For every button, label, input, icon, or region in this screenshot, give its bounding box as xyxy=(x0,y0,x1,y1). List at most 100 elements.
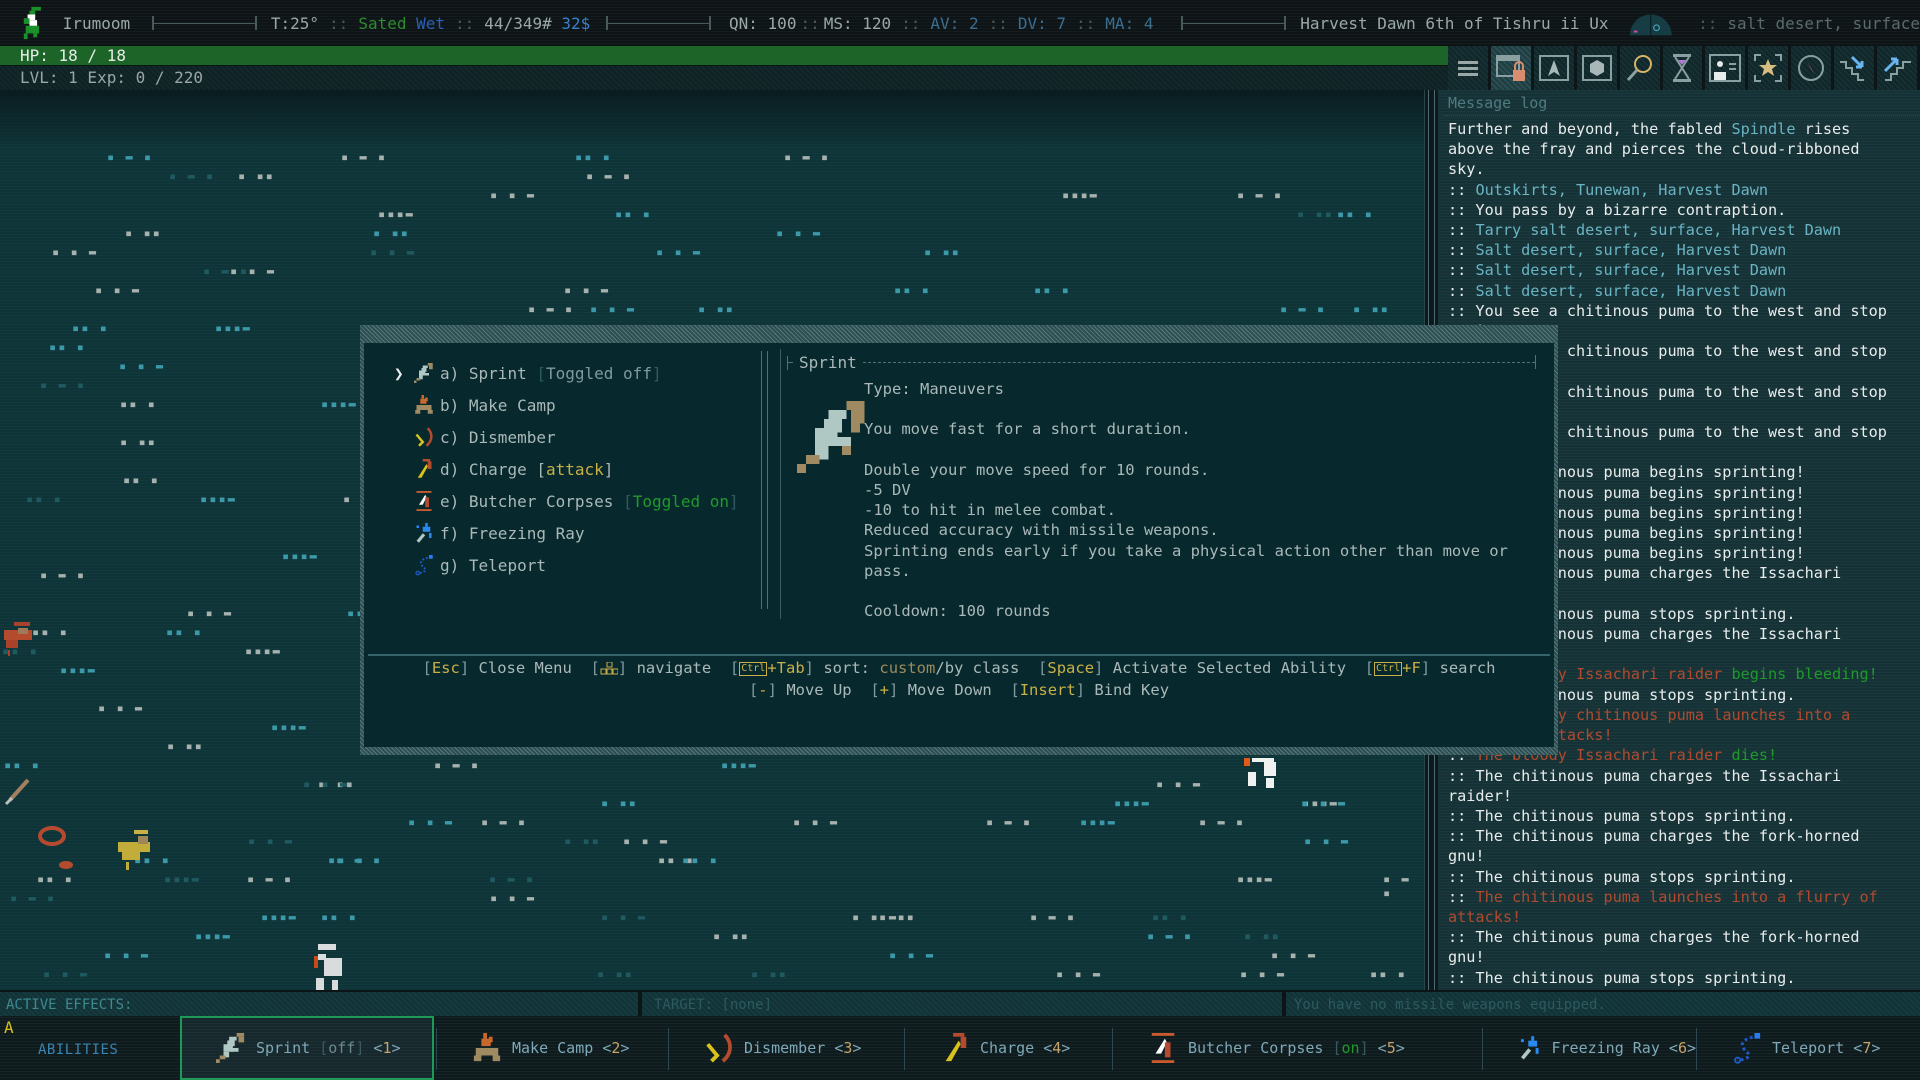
minus-key[interactable]: - xyxy=(758,681,767,699)
map-tile: ▪ ▪ ▬ xyxy=(408,815,455,829)
ability-list-item[interactable]: d) Charge [attack] xyxy=(394,453,774,485)
ability-list: ❯ a) Sprint [Toggled off] b) Make Camp c) D… xyxy=(394,357,774,581)
map-tile: ▪▪▪▬ xyxy=(1237,872,1274,886)
ability-list-item[interactable]: f) Freezing Ray xyxy=(394,517,774,549)
ability-list-scrollbar[interactable] xyxy=(759,351,771,609)
abilities-button[interactable] xyxy=(1748,46,1792,90)
stairs-up-button[interactable] xyxy=(1877,46,1920,90)
map-tile: ▪ ▪▪ xyxy=(1244,929,1281,943)
ability-tag: attack xyxy=(545,459,604,479)
log-line: :: Salt desert, surface, Harvest Dawn xyxy=(1448,281,1920,301)
separator: :: xyxy=(1076,13,1096,33)
insert-key[interactable]: Insert xyxy=(1020,681,1076,699)
log-segment: Salt desert, surface, Harvest Dawn xyxy=(1475,281,1787,300)
map-tile: ▪ ▬ ▪ xyxy=(528,302,575,316)
navigation-button[interactable] xyxy=(1533,46,1577,90)
ability-list-item[interactable]: e) Butcher Corpses [Toggled on] xyxy=(394,485,774,517)
lock-window-button[interactable] xyxy=(1490,46,1534,90)
map-tile: ▪ ▪▪ xyxy=(564,834,601,848)
ability-detail-panel: Sprint Type: Maneuvers You move fast for… xyxy=(780,349,1544,621)
map-tile: ▪▪ ▪ xyxy=(26,492,63,506)
log-segment: sky. xyxy=(1448,160,1485,179)
hunger-status: Sated xyxy=(358,13,407,33)
map-tile: ▪ ▪ ▬ xyxy=(564,283,611,297)
compass-button[interactable] xyxy=(1791,46,1835,90)
ability-list-item[interactable]: b) Make Camp xyxy=(394,389,774,421)
map-tile: ▪▪ ▪ xyxy=(49,340,86,354)
freezing-ray-icon xyxy=(1520,1036,1539,1060)
look-button[interactable] xyxy=(1619,46,1663,90)
ability-key: a) xyxy=(440,363,460,383)
search-label[interactable]: search xyxy=(1440,659,1496,677)
slot-ability-name: Butcher Corpses xyxy=(1188,1039,1324,1057)
move-up-label[interactable]: Move Up xyxy=(786,681,851,699)
menu-button[interactable] xyxy=(1448,46,1491,90)
esc-key[interactable]: Esc xyxy=(432,659,460,677)
map-tile: ▪ ▪▪ xyxy=(601,796,638,810)
compass-icon xyxy=(1798,55,1825,81)
slot-ability-name: Make Camp xyxy=(512,1039,594,1057)
ability-slot[interactable]: Charge <4 > xyxy=(904,1016,1110,1080)
find-key: +F xyxy=(1402,659,1421,677)
log-line: attacks! xyxy=(1448,907,1920,927)
ability-effect-line: Reduced accuracy with missile weapons. xyxy=(864,521,1219,540)
map-tile: ▪▪▪▬ xyxy=(378,207,415,221)
map-tile: ▪ ▪ ▬ xyxy=(1301,796,1348,810)
ability-slot[interactable]: Butcher Corpses [on] <5 > xyxy=(1112,1016,1482,1080)
log-segment: :: xyxy=(1448,281,1476,300)
log-line: :: Salt desert, surface, Harvest Dawn xyxy=(1448,260,1920,280)
map-tile: ▪ ▬ ▪ xyxy=(434,758,481,772)
character-sheet-icon xyxy=(1709,54,1742,82)
bind-key-label[interactable]: Bind Key xyxy=(1094,681,1169,699)
ability-slot[interactable]: Teleport <7 > xyxy=(1696,1016,1920,1080)
abilities-star-icon xyxy=(1754,54,1783,82)
dismember-icon xyxy=(415,427,433,447)
space-key[interactable]: Space xyxy=(1047,659,1094,677)
ability-slot[interactable]: Sprint [off] <1 > xyxy=(180,1016,434,1080)
inventory-button[interactable] xyxy=(1576,46,1620,90)
separator: :: xyxy=(329,13,349,33)
map-tile: ▪ ▪ ▬ xyxy=(852,910,899,924)
ability-list-item[interactable]: c) Dismember xyxy=(394,421,774,453)
sort-label: sort: xyxy=(823,659,871,677)
ability-list-item[interactable]: ❯ a) Sprint [Toggled off] xyxy=(394,357,774,389)
map-tile: ▪ ▪▪ xyxy=(924,245,961,259)
stairs-down-button[interactable] xyxy=(1834,46,1878,90)
meat-item-sprite xyxy=(59,861,73,869)
map-tile: ▪ ▪▪ xyxy=(1297,207,1334,221)
map-tile: ▪▪▪▬ xyxy=(721,758,758,772)
log-segment: :: xyxy=(1448,261,1476,280)
map-tile: ▪ ▪▪ xyxy=(698,302,735,316)
map-tile: ▪ ▪ ▬ xyxy=(187,606,234,620)
slot-hotkey: 7 xyxy=(1862,1039,1872,1057)
activate-ability-label[interactable]: Activate Selected Ability xyxy=(1113,659,1346,677)
ability-slot[interactable]: Make Camp <2 > xyxy=(436,1016,666,1080)
map-tile: ▪▪▪▬ xyxy=(1114,796,1151,810)
butcher-icon xyxy=(1151,1033,1175,1063)
ability-slot[interactable]: Freezing Ray <6 > xyxy=(1482,1016,1696,1080)
move-down-label[interactable]: Move Down xyxy=(908,681,992,699)
hp-label: HP: 18 / 18 xyxy=(20,46,126,65)
abilities-label[interactable]: ABILITIES xyxy=(38,1042,118,1058)
ability-name: Butcher Corpses xyxy=(468,491,614,511)
temperature: T:25° xyxy=(270,13,320,33)
ability-list-item[interactable]: g) Teleport xyxy=(394,549,774,581)
log-line: :: The chitinous puma stops sprinting. xyxy=(1448,806,1920,826)
slot-divider xyxy=(1696,1028,1697,1070)
wait-button[interactable] xyxy=(1662,46,1706,90)
armor-value: AV: 2 xyxy=(930,13,979,33)
character-sheet-button[interactable] xyxy=(1705,46,1749,90)
map-tile: ▪▪ ▪ xyxy=(894,283,931,297)
ability-cooldown: Cooldown: 100 rounds xyxy=(864,602,1051,621)
plus-key[interactable]: + xyxy=(880,681,889,699)
sort-by-class-option[interactable]: /by class xyxy=(935,659,1019,677)
map-top-shade xyxy=(0,90,1424,150)
ability-slot[interactable]: Dismember <3 > xyxy=(668,1016,904,1080)
map-tile: ▪ ▪ ▬ xyxy=(776,226,823,240)
log-segment: Further and beyond, the fabled xyxy=(1448,120,1732,138)
sort-custom-option[interactable]: custom xyxy=(879,659,935,677)
dagger-item-sprite xyxy=(4,778,30,806)
log-segment: :: The chitinous puma stops sprinting. xyxy=(1448,806,1796,825)
close-menu-label[interactable]: Close Menu xyxy=(479,659,572,677)
log-line: :: The chitinous puma stops sprinting. xyxy=(1448,968,1920,988)
